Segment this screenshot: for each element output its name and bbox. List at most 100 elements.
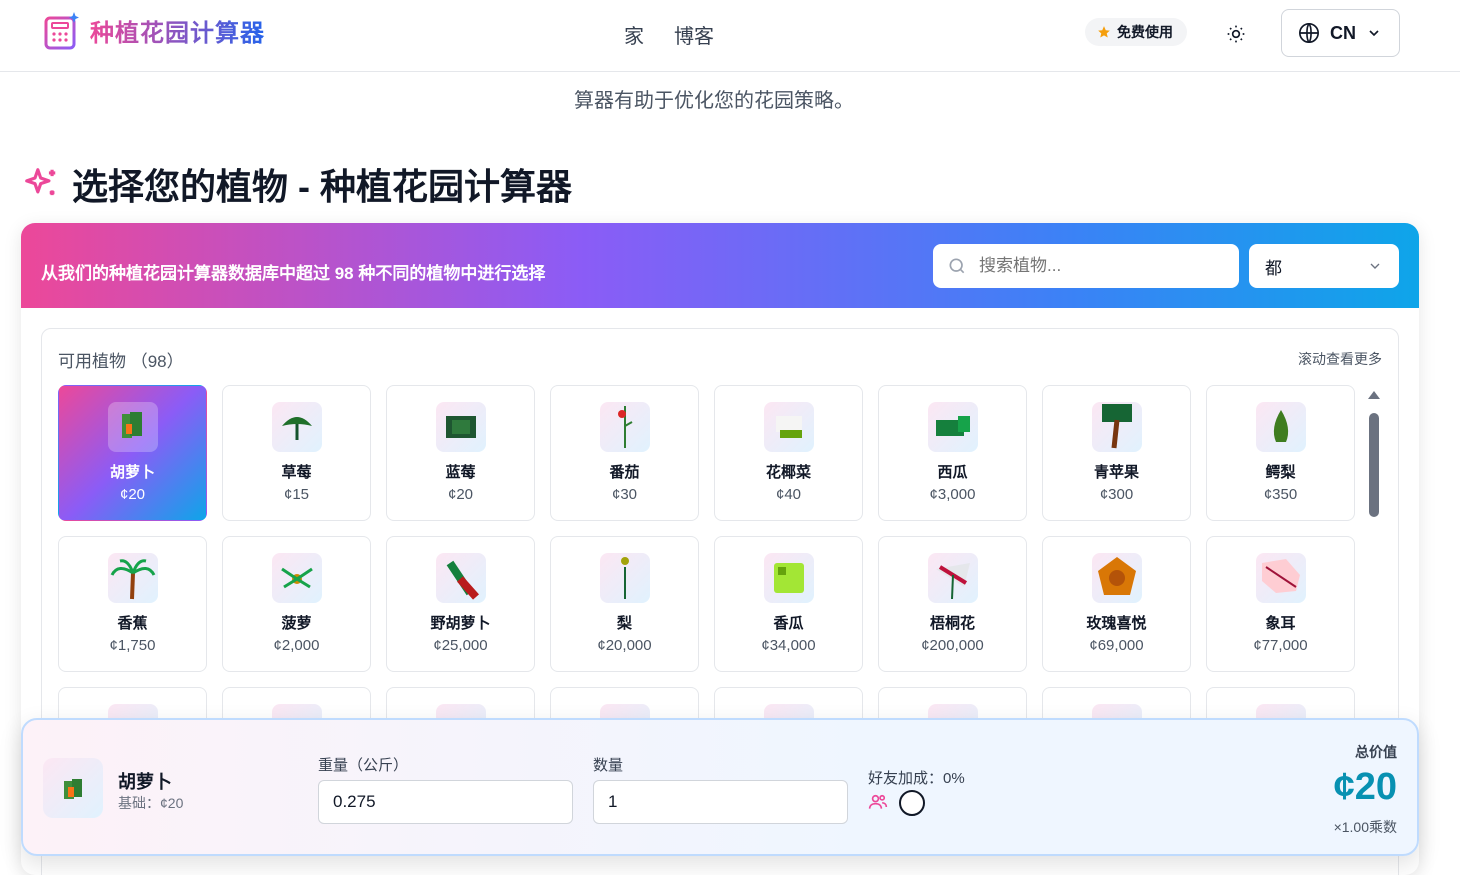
plant-name: 草莓 — [281, 464, 312, 481]
plant-thumbnail — [600, 402, 650, 452]
plant-thumbnail — [1092, 553, 1142, 603]
scroll-up-arrow[interactable] — [1368, 391, 1380, 399]
chevron-down-icon — [1370, 263, 1380, 269]
friend-bonus-toggle[interactable] — [899, 790, 925, 816]
plant-icon — [281, 567, 313, 589]
plant-name: 菠萝 — [281, 615, 312, 632]
weight-input[interactable] — [318, 780, 573, 824]
theme-toggle-button[interactable] — [1220, 18, 1252, 50]
intro-text: 算器有助于优化您的花园策略。 — [574, 90, 854, 112]
plant-icon — [774, 563, 804, 593]
plant-price: ¢200,000 — [921, 637, 984, 654]
plant-name: 蓝莓 — [445, 464, 476, 481]
plant-thumbnail — [436, 402, 486, 452]
plant-card[interactable]: 梨 ¢20,000 — [550, 536, 699, 672]
nav-blog[interactable]: 博客 — [674, 20, 714, 49]
plant-card[interactable]: 香瓜 ¢34,000 — [714, 536, 863, 672]
plant-icon — [776, 416, 802, 438]
plant-name: 胡萝卜 — [109, 464, 155, 481]
plants-heading: 可用植物 （98） — [58, 352, 184, 371]
plant-thumbnail — [764, 402, 814, 452]
plant-card[interactable]: 梧桐花 ¢200,000 — [878, 536, 1027, 672]
total-label: 总价值 — [1355, 744, 1397, 760]
plant-icon — [446, 560, 479, 600]
search-icon — [949, 258, 965, 274]
base-price: 基础：¢20 — [118, 795, 184, 811]
calculator-bar: 胡萝卜 基础：¢20 重量（公斤） 数量 好友加成：0% 总价值 ¢20 ×1.… — [21, 718, 1419, 856]
main-nav: 家 博客 — [624, 20, 714, 49]
plant-icon — [936, 416, 970, 436]
plant-card[interactable]: 胡萝卜 ¢20 — [58, 385, 207, 521]
plant-card[interactable]: 蓝莓 ¢20 — [386, 385, 535, 521]
plant-name: 花椰菜 — [765, 464, 811, 481]
carrot-thumbnail — [43, 758, 103, 818]
plant-icon — [446, 416, 476, 438]
search-input[interactable] — [979, 256, 1209, 276]
plant-name: 鳄梨 — [1265, 464, 1296, 481]
plant-price: ¢34,000 — [761, 637, 816, 654]
plant-card[interactable]: 草莓 ¢15 — [222, 385, 371, 521]
plant-name: 青苹果 — [1093, 464, 1139, 481]
plant-thumbnail — [764, 553, 814, 603]
plant-name: 野胡萝卜 — [430, 615, 491, 632]
plant-card[interactable]: 青苹果 ¢300 — [1042, 385, 1191, 521]
plant-card[interactable]: 花椰菜 ¢40 — [714, 385, 863, 521]
plant-price: ¢69,000 — [1089, 637, 1144, 654]
plant-price: ¢15 — [283, 486, 310, 503]
plant-icon — [110, 559, 156, 600]
language-select[interactable]: CN — [1281, 9, 1400, 57]
banner-text: 从我们的种植花园计算器数据库中超过 98 种不同的植物中进行选择 — [41, 264, 546, 283]
category-filter[interactable]: 都 — [1249, 244, 1399, 288]
plant-price: ¢25,000 — [433, 637, 488, 654]
plant-card[interactable]: 西瓜 ¢3,000 — [878, 385, 1027, 521]
logo[interactable]: 种植花园计算器 — [44, 10, 265, 50]
plant-name: 梨 — [616, 615, 632, 632]
plant-name: 西瓜 — [937, 464, 968, 481]
plant-icon — [618, 406, 633, 448]
plant-card[interactable]: 菠萝 ¢2,000 — [222, 536, 371, 672]
calculator-icon — [44, 10, 80, 50]
plant-name: 香瓜 — [773, 615, 804, 632]
plant-icon — [122, 412, 142, 438]
plant-card[interactable]: 象耳 ¢77,000 — [1206, 536, 1355, 672]
plant-card[interactable]: 香蕉 ¢1,750 — [58, 536, 207, 672]
plants-scrollbar[interactable] — [1368, 391, 1380, 521]
scroll-thumb[interactable] — [1369, 413, 1379, 517]
plant-icon — [282, 417, 312, 440]
plant-card[interactable]: 玫瑰喜悦 ¢69,000 — [1042, 536, 1191, 672]
plant-name: 番茄 — [609, 464, 640, 481]
section-title-text: 选择您的植物 - 种植花园计算器 — [72, 166, 572, 207]
plant-icon — [621, 557, 629, 599]
plant-icon — [936, 563, 970, 600]
plant-thumbnail — [1256, 402, 1306, 452]
nav-home[interactable]: 家 — [624, 20, 644, 49]
plant-thumbnail — [272, 402, 322, 452]
chevron-down-icon — [1369, 30, 1379, 37]
plant-search[interactable] — [933, 244, 1239, 288]
quantity-input[interactable] — [593, 780, 848, 824]
plant-card[interactable]: 鳄梨 ¢350 — [1206, 385, 1355, 521]
plant-card[interactable]: 番茄 ¢30 — [550, 385, 699, 521]
plant-price: ¢77,000 — [1253, 637, 1308, 654]
users-icon — [868, 794, 888, 809]
plant-thumbnail — [928, 402, 978, 452]
plant-card[interactable]: 野胡萝卜 ¢25,000 — [386, 536, 535, 672]
language-label: CN — [1330, 22, 1356, 43]
plant-price: ¢30 — [611, 486, 638, 503]
free-use-badge[interactable]: 免费使用 — [1085, 18, 1187, 46]
plant-price: ¢350 — [1263, 486, 1298, 503]
plant-price: ¢2,000 — [273, 637, 320, 654]
plant-thumbnail — [1256, 553, 1306, 603]
sparkle-icon — [25, 168, 56, 196]
plant-thumbnail — [928, 553, 978, 603]
plant-thumbnail — [108, 553, 158, 603]
section-title: 选择您的植物 - 种植花园计算器 — [22, 158, 572, 210]
scroll-hint: 滚动查看更多 — [1298, 351, 1382, 367]
plant-name: 玫瑰喜悦 — [1086, 615, 1147, 632]
plant-thumbnail — [600, 553, 650, 603]
plant-icon — [1098, 557, 1136, 595]
plant-thumbnail — [1092, 402, 1142, 452]
friend-bonus-label: 好友加成：0% — [868, 770, 965, 787]
plant-thumbnail — [436, 553, 486, 603]
plant-price: ¢20 — [447, 486, 474, 503]
